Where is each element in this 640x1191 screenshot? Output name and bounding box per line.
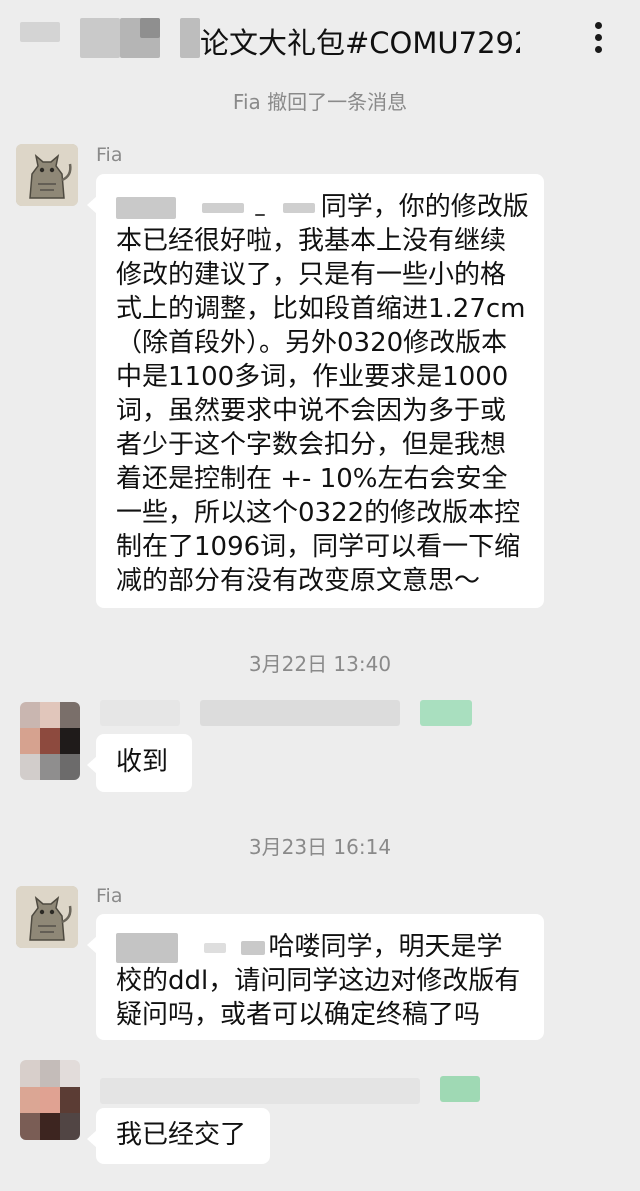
timestamp: 3月22日 13:40: [248, 652, 392, 676]
title-blurred-part: [180, 18, 200, 58]
cat-avatar-icon: [16, 886, 78, 948]
redacted-name: [254, 213, 265, 216]
more-vertical-icon[interactable]: [584, 18, 614, 58]
avatar-fia[interactable]: [16, 144, 78, 206]
message-bubble[interactable]: 同学，你的修改版 本已经很好啦，我基本上没有继续 修改的建议了，只是有一些小的格…: [87, 174, 544, 608]
message-bubble[interactable]: 哈喽同学，明天是学 校的ddl，请问同学这边对修改版有 疑问吗，或者可以确定终稿…: [87, 914, 544, 1040]
sender-name: Fia: [96, 885, 123, 907]
title-blurred-part: [140, 18, 160, 38]
message-line: 减的部分有没有改变原文意思～: [116, 566, 481, 596]
chat-title: 论文大礼包#COMU7292_: [200, 26, 520, 60]
message-line: 词，虽然要求中说不会因为多于或: [116, 396, 507, 426]
redacted-name: [116, 932, 178, 963]
redacted-name: [240, 940, 265, 955]
message-bubble[interactable]: 收到: [87, 734, 192, 792]
message-line: 校的ddl，请问同学这边对修改版有: [116, 966, 521, 996]
message-line: 本已经很好啦，我基本上没有继续: [116, 226, 507, 256]
message-line: 制在了1096词，同学可以看一下缩: [116, 532, 521, 562]
message-line-text: 哈喽同学，明天是学: [268, 932, 503, 962]
message-line: （除首段外）。另外0320修改版本: [116, 328, 508, 358]
chat-header: 论文大礼包#COMU7292_: [0, 0, 640, 76]
message-text: 收到: [116, 747, 169, 777]
message-bubble[interactable]: 我已经交了: [87, 1108, 270, 1164]
recall-notice: Fia 撤回了一条消息: [232, 90, 408, 114]
cat-avatar-icon: [16, 144, 78, 206]
chat-screen: 论文大礼包#COMU7292_ Fia 撤回了一条消息 Fia 同学，你的修改版…: [0, 0, 640, 1191]
message-line-text: 同学，你的修改版: [320, 192, 529, 222]
avatar-user[interactable]: [20, 702, 80, 780]
redacted-name: [116, 196, 176, 219]
redacted-name: [202, 202, 245, 213]
sender-name: Fia: [96, 144, 123, 166]
message-line: 哈喽同学，明天是学: [116, 930, 524, 964]
member-badge: [420, 700, 472, 726]
redacted-name: [282, 202, 315, 213]
message-line: 着还是控制在 +- 10%左右会安全: [116, 464, 508, 494]
redacted-sender-name: [100, 1078, 420, 1104]
message-line: 一些，所以这个0322的修改版本控: [116, 498, 521, 528]
member-badge: [440, 1076, 480, 1102]
avatar-fia[interactable]: [16, 886, 78, 948]
title-blurred-part: [80, 18, 120, 58]
redacted-name: [204, 942, 227, 953]
message-line: 修改的建议了，只是有一些小的格: [116, 260, 507, 290]
back-area-blurred[interactable]: [20, 22, 60, 42]
message-line: 中是1100多词，作业要求是1000: [116, 362, 509, 392]
redacted-sender-name: [100, 700, 180, 726]
avatar-user[interactable]: [20, 1060, 80, 1140]
message-line: 者少于这个字数会扣分，但是我想: [116, 430, 507, 460]
message-text: 我已经交了: [116, 1120, 247, 1150]
redacted-sender-name: [200, 700, 400, 726]
message-line: 疑问吗，或者可以确定终稿了吗: [116, 1000, 481, 1030]
message-line: 式上的调整，比如段首缩进1.27cm: [116, 294, 526, 324]
timestamp: 3月23日 16:14: [248, 835, 392, 859]
message-line: 同学，你的修改版: [116, 190, 529, 224]
